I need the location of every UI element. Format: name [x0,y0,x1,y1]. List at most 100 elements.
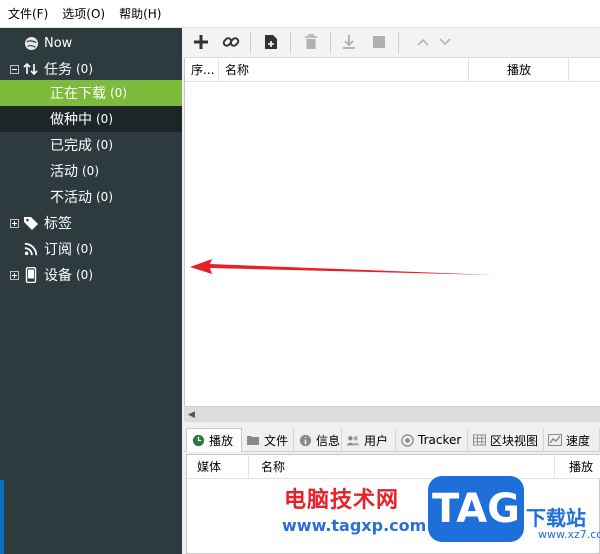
toolbar-separator [398,32,399,54]
download-icon [341,34,357,53]
move-down-button[interactable] [434,32,456,54]
tab-peers[interactable]: 用户 [342,428,396,452]
phone-icon [22,266,40,284]
menu-file[interactable]: 文件(F) [8,5,48,22]
watermark-title: 电脑技术网 [284,488,400,513]
sidebar-item-label: 正在下载 [50,86,106,102]
sidebar-item-feeds[interactable]: 订阅 (0) [0,236,182,262]
tab-trackers[interactable]: Tracker [396,428,468,452]
sidebar-item-label: 不活动 [50,190,92,206]
watermark-site-url: www.xz7.com [538,528,600,541]
tab-label: 用户 [364,433,389,448]
sidebar-item-count: (0) [76,268,93,282]
delete-button[interactable] [300,32,322,54]
tab-info[interactable]: 信息 [294,428,342,452]
transfer-arrows-icon [22,60,40,78]
toolbar [182,28,600,58]
tab-pieces[interactable]: 区块视图 [468,428,544,452]
tag-icon [22,214,40,232]
sidebar-item-label: 已完成 [50,138,92,154]
sidebar-item-label: 做种中 [50,112,92,128]
tab-label: 区块视图 [490,433,539,448]
tab-label: 速度 [566,433,591,448]
create-torrent-button[interactable] [260,32,282,54]
sidebar-item-count: (0) [96,190,113,204]
globe-icon [22,34,40,52]
grid-icon [472,433,486,447]
tab-label: 播放 [209,434,234,448]
sidebar-item-count: (0) [82,164,99,178]
trash-icon [304,33,318,53]
target-icon [400,433,414,447]
torrent-list[interactable]: 序... 名称 播放 [184,58,600,406]
clock-icon [191,434,205,448]
sidebar-item-count: (0) [96,138,113,152]
sidebar-item-downloading[interactable]: 正在下载 (0) [0,80,182,106]
watermark-logo: TAG [428,476,524,542]
speed-graph-icon [548,433,562,447]
expand-icon[interactable] [10,218,19,228]
watermark-url: www.tagxp.com [282,516,427,535]
chevron-down-icon [438,36,452,50]
horizontal-scrollbar[interactable]: ◀ [184,406,600,422]
sidebar-item-label: 活动 [50,164,78,180]
link-icon [222,33,240,54]
info-icon [298,433,312,447]
sidebar-item-count: (0) [96,112,113,126]
sidebar-item-now[interactable]: Now [0,30,182,56]
folder-icon [246,433,260,447]
column-header-name[interactable]: 名称 [219,58,469,82]
sidebar-item-label: 订阅 [44,242,72,258]
sidebar-item-label: 设备 [44,268,72,284]
column-header-play[interactable]: 播放 [469,58,569,82]
new-file-icon [264,34,278,53]
expand-icon[interactable] [10,270,19,280]
sidebar-item-active[interactable]: 活动 (0) [0,158,182,184]
tab-label: Tracker [418,433,462,447]
start-button[interactable] [338,32,360,54]
sidebar-item-completed[interactable]: 已完成 (0) [0,132,182,158]
detail-tabs: 播放 文件 信息 用户 Tracker 区块视图 速度 [184,428,600,452]
rss-icon [22,240,40,258]
menubar: 文件(F) 选项(O) 帮助(H) [0,0,600,28]
tab-play[interactable]: 播放 [186,428,242,452]
stop-icon [372,35,386,52]
tab-label: 文件 [264,433,289,448]
annotation-arrow [190,259,494,275]
plus-icon [193,34,209,53]
sidebar-item-devices[interactable]: 设备 (0) [0,262,182,288]
menu-options[interactable]: 选项(O) [62,5,105,22]
sidebar-item-label: Now [44,35,73,51]
sidebar-item-label: 任务 [44,62,72,78]
column-header-more[interactable] [569,58,600,82]
sidebar-item-labels[interactable]: 标签 [0,210,182,236]
tab-speed[interactable]: 速度 [544,428,600,452]
tab-label: 信息 [316,433,341,448]
watermark-site: 下载站 [526,506,586,530]
sidebar: Now 任务 (0) 正在下载 (0) 做种中 (0) 已完成 (0) 活动 (… [0,28,182,554]
watermark: 电脑技术网 www.tagxp.com TAG 下载站 www.xz7.com [270,476,600,554]
sidebar-item-count: (0) [76,242,93,256]
sidebar-item-count: (0) [110,86,127,100]
toolbar-separator [330,32,331,54]
stop-button[interactable] [368,32,390,54]
tab-files[interactable]: 文件 [242,428,294,452]
add-url-button[interactable] [220,32,242,54]
toolbar-separator [250,32,251,54]
column-header-queue[interactable]: 序... [185,58,219,82]
sidebar-item-seeding[interactable]: 做种中 (0) [0,106,182,132]
sidebar-item-label: 标签 [44,216,72,232]
users-icon [346,433,360,447]
sidebar-item-count: (0) [76,62,93,76]
move-up-button[interactable] [412,32,434,54]
collapse-icon[interactable] [10,64,19,74]
background-window-edge [0,480,4,554]
sidebar-item-tasks[interactable]: 任务 (0) [0,56,182,82]
chevron-up-icon [416,36,430,50]
sidebar-item-inactive[interactable]: 不活动 (0) [0,184,182,210]
scroll-left-icon[interactable]: ◀ [188,410,195,420]
add-torrent-button[interactable] [190,32,212,54]
menu-help[interactable]: 帮助(H) [119,5,161,22]
column-header-media[interactable]: 媒体 [187,455,249,479]
toolbar-separator [290,32,291,54]
